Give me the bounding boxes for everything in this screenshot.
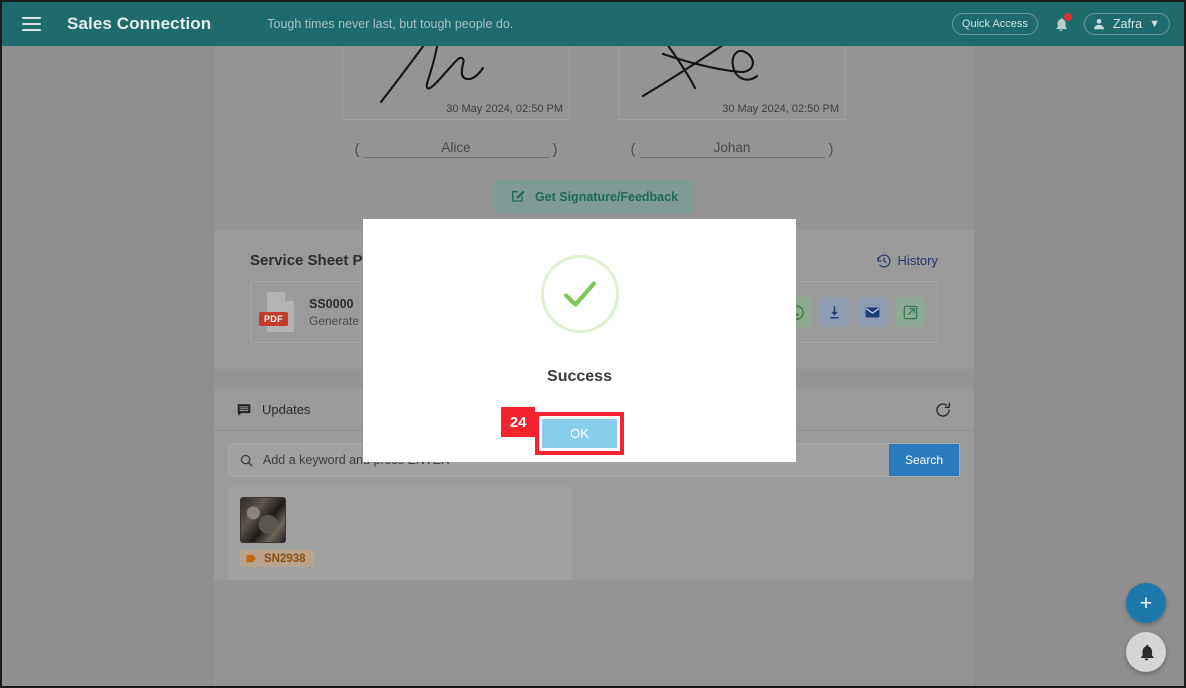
update-list-item[interactable]: SN2938 <box>228 487 572 580</box>
plus-icon: + <box>1139 591 1153 615</box>
download-button[interactable] <box>819 297 849 327</box>
download-icon <box>829 305 839 319</box>
signature-timestamp: 30 May 2024, 02:50 PM <box>446 103 563 115</box>
bell-icon <box>1140 644 1154 660</box>
comment-icon <box>237 403 251 416</box>
open-external-icon <box>903 305 917 319</box>
signature-block-alice: 30 May 2024, 02:50 PM ( Alice ) <box>342 46 570 158</box>
tag-icon <box>246 554 257 563</box>
signature-edit-icon <box>511 191 525 202</box>
signature-timestamp: 30 May 2024, 02:50 PM <box>722 103 839 115</box>
ok-button[interactable]: OK <box>542 419 617 448</box>
signature-block-johan: 30 May 2024, 02:50 PM ( Johan ) <box>618 46 846 158</box>
signature-panel: 30 May 2024, 02:50 PM ( Alice ) 30 May 2… <box>214 46 974 214</box>
annotation-badge: 24 <box>501 407 536 437</box>
header-quote: Tough times never last, but tough people… <box>267 17 514 31</box>
refresh-icon <box>936 402 950 417</box>
refresh-updates-button[interactable] <box>934 401 952 419</box>
success-modal: Success 24 OK <box>363 219 796 462</box>
close-paren: ) <box>552 141 558 158</box>
header-actions: Quick Access Zafra ▼ <box>951 12 1170 36</box>
checkmark-icon <box>563 281 596 307</box>
serial-number-tag[interactable]: SN2938 <box>240 550 314 567</box>
signature-canvas[interactable]: 30 May 2024, 02:50 PM <box>342 46 570 120</box>
get-signature-label: Get Signature/Feedback <box>534 190 679 204</box>
signature-ink <box>379 46 485 104</box>
app-title: Sales Connection <box>67 14 212 33</box>
updates-header: Updates <box>236 402 310 418</box>
file-action-buttons <box>781 297 925 327</box>
pdf-badge: PDF <box>259 312 288 326</box>
notification-bell-button[interactable] <box>1050 12 1072 36</box>
avatar-icon <box>1093 19 1104 30</box>
hamburger-icon[interactable] <box>16 9 46 39</box>
updates-title-label: Updates <box>262 402 311 417</box>
close-paren: ) <box>828 141 834 158</box>
signature-ink <box>641 46 759 98</box>
signature-name-row: ( Alice ) <box>342 140 570 158</box>
pdf-file-icon: PDF <box>259 291 297 333</box>
history-clock-icon <box>876 254 891 267</box>
chevron-down-icon: ▼ <box>1149 17 1160 30</box>
open-paren: ( <box>630 141 636 158</box>
open-external-button[interactable] <box>895 297 925 327</box>
email-icon <box>865 307 879 317</box>
success-check-icon <box>540 255 619 333</box>
app-header: Sales Connection Tough times never last,… <box>2 2 1184 46</box>
email-button[interactable] <box>857 297 887 327</box>
service-sheet-title: Service Sheet P <box>250 252 363 269</box>
signer-name: Johan <box>639 140 825 158</box>
file-subtitle: Generate <box>309 313 360 328</box>
search-icon <box>240 454 253 466</box>
signature-name-row: ( Johan ) <box>618 140 846 158</box>
signature-canvas[interactable]: 30 May 2024, 02:50 PM <box>618 46 846 120</box>
update-thumbnail[interactable] <box>240 497 286 543</box>
annotation-highlight: OK <box>535 412 624 455</box>
modal-action-zone: 24 OK <box>501 407 624 455</box>
history-link[interactable]: History <box>876 253 938 269</box>
notification-fab[interactable] <box>1126 632 1166 672</box>
modal-title: Success <box>547 368 612 385</box>
open-paren: ( <box>354 141 360 158</box>
signer-name: Alice <box>363 140 549 158</box>
get-signature-feedback-button[interactable]: Get Signature/Feedback <box>493 180 695 214</box>
file-name: SS0000 <box>309 296 354 311</box>
quick-access-button[interactable]: Quick Access <box>951 13 1038 35</box>
user-menu[interactable]: Zafra ▼ <box>1083 13 1170 35</box>
search-button[interactable]: Search <box>888 444 959 476</box>
user-name: Zafra <box>1112 17 1143 31</box>
serial-number-label: SN2938 <box>264 552 306 565</box>
notification-dot <box>1063 13 1072 21</box>
add-fab[interactable]: + <box>1126 583 1166 623</box>
history-label: History <box>897 253 938 268</box>
